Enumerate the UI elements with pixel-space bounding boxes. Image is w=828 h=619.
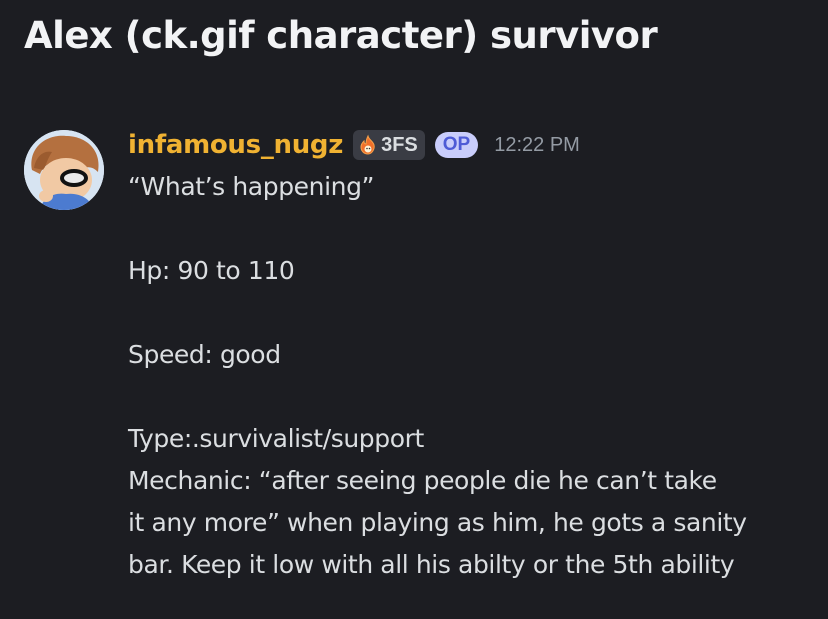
post-title: Alex (ck.gif character) survivor bbox=[24, 14, 658, 57]
message-header: infamous_nugz 3FS OP 12:22 PM bbox=[128, 126, 818, 164]
message-content: infamous_nugz 3FS OP 12:22 PM “What’s ha… bbox=[128, 126, 818, 586]
username[interactable]: infamous_nugz bbox=[128, 130, 343, 160]
message-body: “What’s happening” Hp: 90 to 110 Speed: … bbox=[128, 166, 818, 586]
message-line: Speed: good bbox=[128, 340, 281, 369]
avatar-image bbox=[24, 130, 104, 210]
server-tag-badge[interactable]: 3FS bbox=[353, 130, 425, 160]
message-line: bar. Keep it low with all his abilty or … bbox=[128, 550, 735, 579]
message-line: it any more” when playing as him, he got… bbox=[128, 508, 747, 537]
message-line: Type:.survivalist/support bbox=[128, 424, 424, 453]
forum-post-view: Alex (ck.gif character) survivor infamou… bbox=[0, 0, 828, 619]
flame-icon bbox=[357, 134, 379, 156]
message-timestamp[interactable]: 12:22 PM bbox=[494, 134, 580, 157]
op-badge: OP bbox=[434, 132, 479, 158]
message-line: Mechanic: “after seeing people die he ca… bbox=[128, 466, 717, 495]
user-avatar[interactable] bbox=[24, 130, 104, 210]
message-line: “What’s happening” bbox=[128, 172, 375, 201]
server-tag-label: 3FS bbox=[381, 133, 418, 156]
message-line: Hp: 90 to 110 bbox=[128, 256, 295, 285]
